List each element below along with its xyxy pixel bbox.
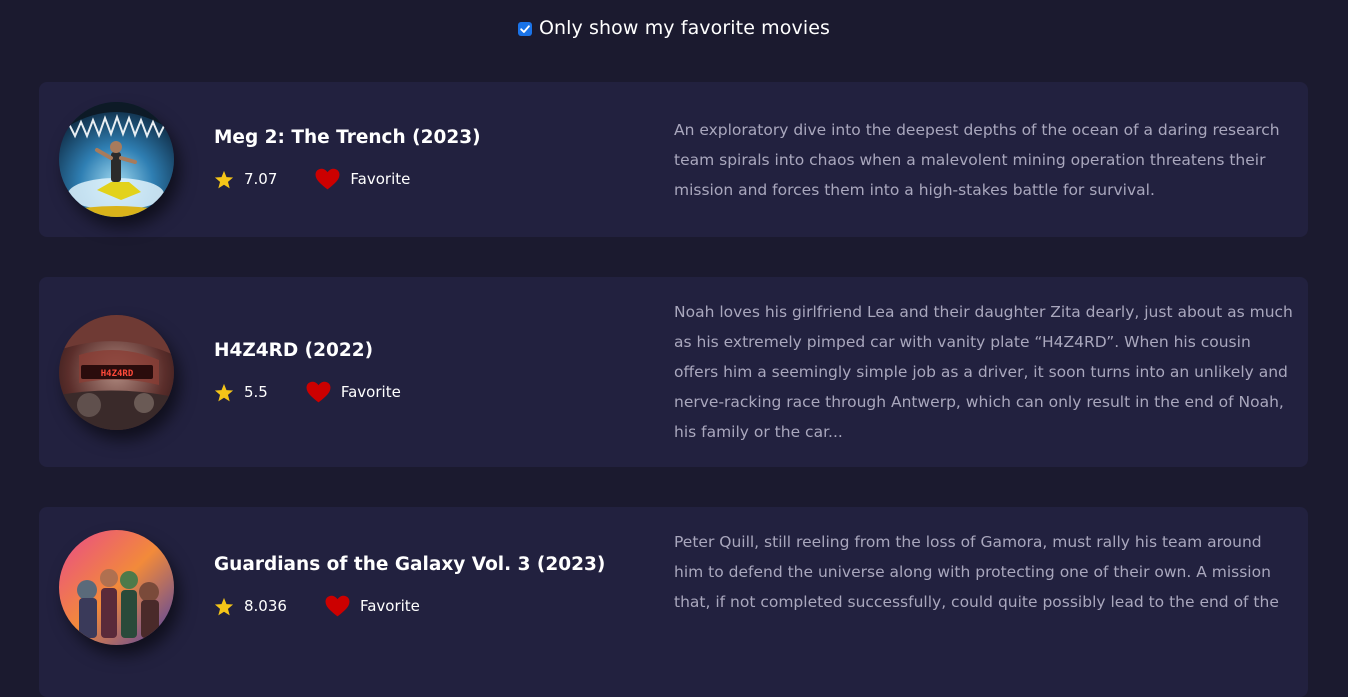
movie-title[interactable]: H4Z4RD (2022) [214, 340, 401, 361]
heart-icon[interactable] [325, 595, 350, 617]
favorite-toggle[interactable]: Favorite [341, 383, 401, 401]
movie-poster [59, 102, 174, 217]
movie-poster [59, 530, 174, 645]
movie-meta: 8.036 Favorite [214, 595, 605, 617]
favorites-only-label[interactable]: Only show my favorite movies [539, 17, 830, 39]
movie-meta: 5.5 Favorite [214, 381, 401, 403]
heart-icon[interactable] [306, 381, 331, 403]
favorites-filter: Only show my favorite movies [0, 17, 1348, 39]
movie-card: Meg 2: The Trench (2023) 7.07 Favorite A… [39, 82, 1308, 237]
movie-info: H4Z4RD (2022) 5.5 Favorite [214, 340, 401, 403]
star-icon [214, 597, 234, 616]
star-icon [214, 383, 234, 402]
movie-card: H4Z4RD H4Z4RD (2022) 5.5 Favorite Noah l… [39, 277, 1308, 467]
movie-overview: An exploratory dive into the deepest dep… [674, 121, 1280, 199]
favorite-toggle[interactable]: Favorite [350, 170, 410, 188]
movie-overview: Peter Quill, still reeling from the loss… [674, 533, 1279, 611]
movie-meta: 7.07 Favorite [214, 168, 481, 190]
movie-title[interactable]: Guardians of the Galaxy Vol. 3 (2023) [214, 554, 605, 575]
movie-rating: 8.036 [244, 597, 287, 615]
favorite-toggle[interactable]: Favorite [360, 597, 420, 615]
movie-rating: 7.07 [244, 170, 278, 188]
movie-title[interactable]: Meg 2: The Trench (2023) [214, 127, 481, 148]
movie-info: Guardians of the Galaxy Vol. 3 (2023) 8.… [214, 554, 605, 617]
movie-poster: H4Z4RD [59, 315, 174, 430]
heart-icon[interactable] [315, 168, 340, 190]
movie-overview: Noah loves his girlfriend Lea and their … [674, 303, 1293, 441]
movie-rating: 5.5 [244, 383, 268, 401]
movie-info: Meg 2: The Trench (2023) 7.07 Favorite [214, 127, 481, 190]
poster-plate-text: H4Z4RD [101, 369, 134, 379]
checkmark-icon [520, 24, 530, 33]
favorites-only-checkbox[interactable] [517, 21, 532, 36]
movie-card: Guardians of the Galaxy Vol. 3 (2023) 8.… [39, 507, 1308, 697]
star-icon [214, 170, 234, 189]
